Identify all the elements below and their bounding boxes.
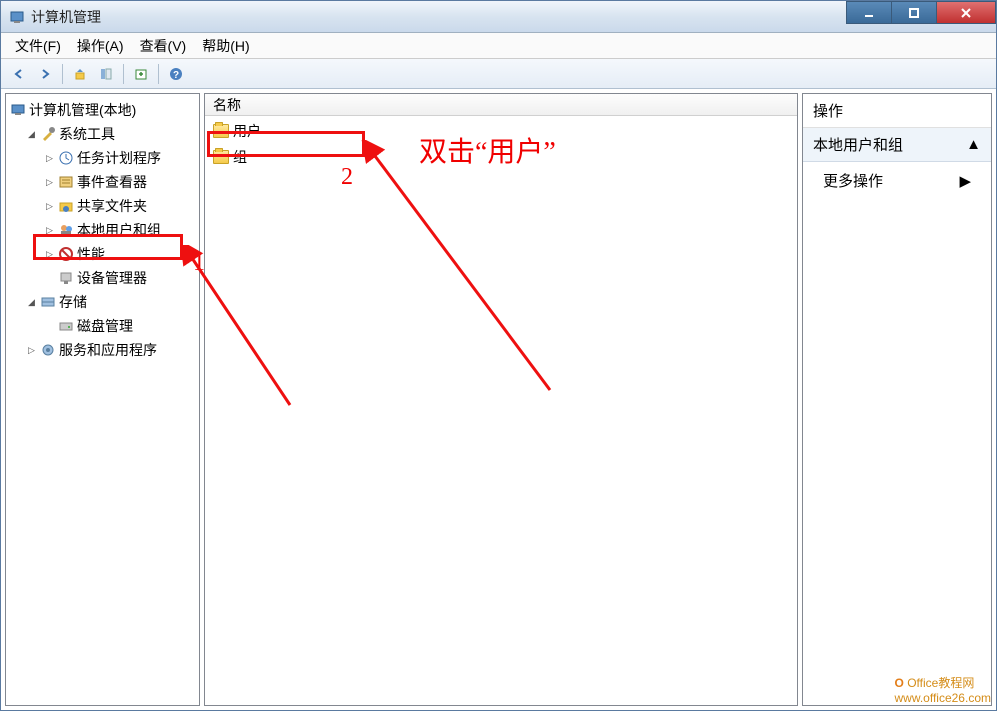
actions-more[interactable]: 更多操作 ▶ — [803, 162, 991, 199]
expand-icon[interactable]: ▷ — [44, 249, 55, 260]
expand-icon[interactable]: ▷ — [44, 153, 55, 164]
list-header-name[interactable]: 名称 — [205, 94, 797, 116]
expand-icon[interactable]: ▷ — [44, 225, 55, 236]
tree-disk-management[interactable]: ▷ 磁盘管理 — [8, 314, 197, 338]
menu-bar: 文件(F) 操作(A) 查看(V) 帮助(H) — [1, 33, 996, 59]
menu-action[interactable]: 操作(A) — [69, 33, 132, 59]
disk-icon — [58, 318, 74, 334]
clock-icon — [58, 150, 74, 166]
tree-performance[interactable]: ▷ 性能 — [8, 242, 197, 266]
list-item-users[interactable]: 用户 — [207, 118, 795, 144]
up-button[interactable] — [68, 62, 92, 86]
back-button[interactable] — [7, 62, 31, 86]
storage-icon — [40, 294, 56, 310]
actions-section[interactable]: 本地用户和组 ▲ — [803, 128, 991, 162]
actions-panel: 操作 本地用户和组 ▲ 更多操作 ▶ — [802, 93, 992, 706]
tree-device-manager[interactable]: ▷ 设备管理器 — [8, 266, 197, 290]
collapse-icon: ▲ — [966, 136, 981, 153]
expand-icon[interactable]: ▷ — [44, 201, 55, 212]
collapse-icon[interactable]: ◢ — [26, 129, 37, 140]
tree-root[interactable]: 计算机管理(本地) — [8, 98, 197, 122]
list-panel: 名称 用户 组 — [204, 93, 798, 706]
list-item-groups[interactable]: 组 — [207, 144, 795, 170]
show-hide-tree-button[interactable] — [94, 62, 118, 86]
folder-icon — [213, 150, 229, 164]
computer-icon — [10, 102, 26, 118]
help-button[interactable]: ? — [164, 62, 188, 86]
menu-file[interactable]: 文件(F) — [7, 33, 69, 59]
minimize-button[interactable] — [846, 1, 892, 24]
event-icon — [58, 174, 74, 190]
users-icon — [58, 222, 74, 238]
device-icon — [58, 270, 74, 286]
maximize-button[interactable] — [891, 1, 937, 24]
tree-panel: 计算机管理(本地) ◢ 系统工具 ▷ 任务计划程序 ▷ 事件查看器 — [5, 93, 200, 706]
tools-icon — [40, 126, 56, 142]
folder-icon — [213, 124, 229, 138]
menu-help[interactable]: 帮助(H) — [194, 33, 257, 59]
actions-title: 操作 — [803, 94, 991, 128]
tree-event-viewer[interactable]: ▷ 事件查看器 — [8, 170, 197, 194]
close-button[interactable] — [936, 1, 996, 24]
title-bar: 计算机管理 — [1, 1, 996, 33]
window-title: 计算机管理 — [31, 7, 847, 27]
performance-icon — [58, 246, 74, 262]
tree-local-users-groups[interactable]: ▷ 本地用户和组 — [8, 218, 197, 242]
chevron-right-icon: ▶ — [959, 172, 971, 190]
expand-icon[interactable]: ▷ — [26, 345, 37, 356]
tree-shared-folders[interactable]: ▷ 共享文件夹 — [8, 194, 197, 218]
shared-folder-icon — [58, 198, 74, 214]
svg-text:?: ? — [173, 70, 179, 81]
tree-task-scheduler[interactable]: ▷ 任务计划程序 — [8, 146, 197, 170]
toolbar: ? — [1, 59, 996, 89]
app-icon — [9, 9, 25, 25]
menu-view[interactable]: 查看(V) — [132, 33, 195, 59]
expand-icon[interactable]: ▷ — [44, 177, 55, 188]
collapse-icon[interactable]: ◢ — [26, 297, 37, 308]
tree-services-apps[interactable]: ▷ 服务和应用程序 — [8, 338, 197, 362]
export-button[interactable] — [129, 62, 153, 86]
tree-system-tools[interactable]: ◢ 系统工具 — [8, 122, 197, 146]
tree-storage[interactable]: ◢ 存储 — [8, 290, 197, 314]
services-icon — [40, 342, 56, 358]
forward-button[interactable] — [33, 62, 57, 86]
